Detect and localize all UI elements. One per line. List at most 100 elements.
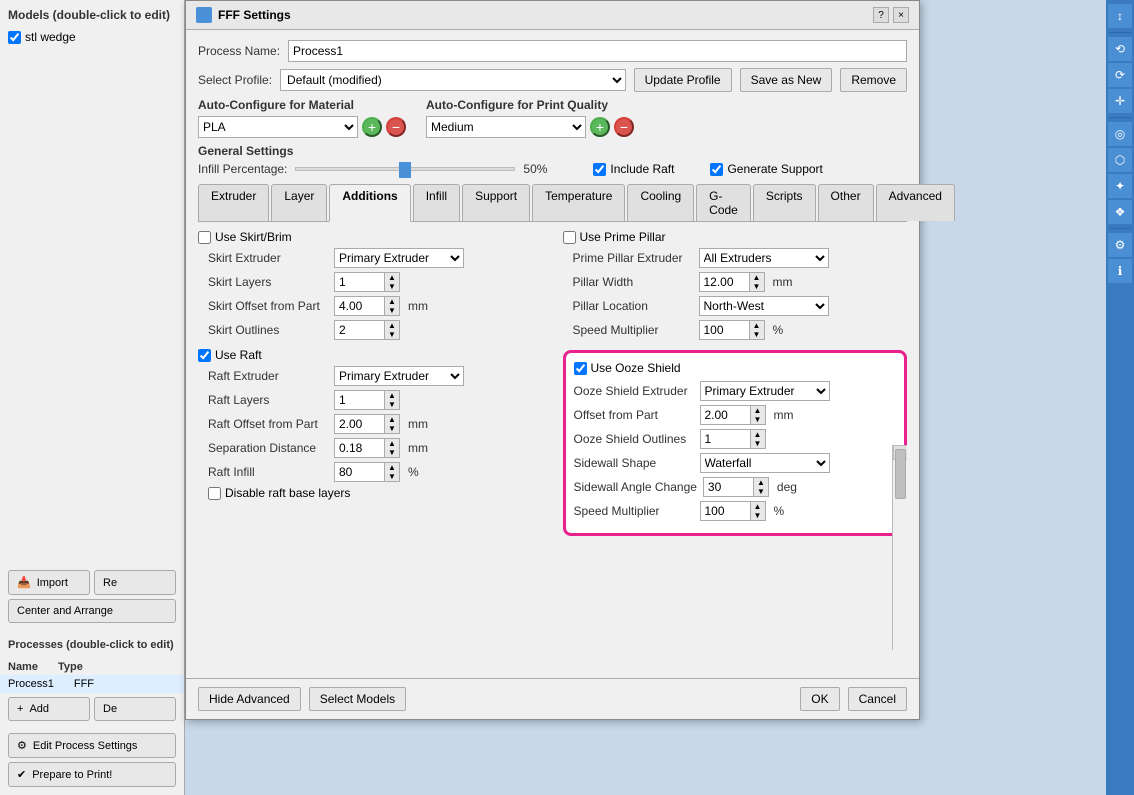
tool-rotate-cw-icon[interactable]: ⟳ <box>1108 63 1132 87</box>
skirt-offset-up[interactable]: ▲ <box>385 297 399 306</box>
tool-info-icon[interactable]: ℹ <box>1108 259 1132 283</box>
tab-extruder[interactable]: Extruder <box>198 184 269 221</box>
tool-hex-icon[interactable]: ⬡ <box>1108 148 1132 172</box>
skirt-layers-spinner[interactable]: ▲ ▼ <box>334 272 400 292</box>
raft-infill-input[interactable] <box>334 462 384 482</box>
raft-infill-up[interactable]: ▲ <box>385 463 399 472</box>
cancel-button[interactable]: Cancel <box>848 687 907 711</box>
model-checkbox[interactable] <box>8 31 21 44</box>
skirt-offset-spinner[interactable]: ▲ ▼ <box>334 296 400 316</box>
ooze-offset-input[interactable] <box>700 405 750 425</box>
ooze-speed-down[interactable]: ▼ <box>751 511 765 520</box>
tab-gcode[interactable]: G-Code <box>696 184 751 221</box>
separation-distance-spinner[interactable]: ▲ ▼ <box>334 438 400 458</box>
rearrange-button[interactable]: Re <box>94 570 176 595</box>
ooze-offset-down[interactable]: ▼ <box>751 415 765 424</box>
sidewall-angle-input[interactable] <box>703 477 753 497</box>
skirt-offset-spinner-btns[interactable]: ▲ ▼ <box>384 296 400 316</box>
ooze-offset-spinner-btns[interactable]: ▲ ▼ <box>750 405 766 425</box>
disable-raft-checkbox[interactable] <box>208 487 221 500</box>
use-prime-pillar-checkbox[interactable] <box>563 231 576 244</box>
skirt-outlines-input[interactable] <box>334 320 384 340</box>
tab-layer[interactable]: Layer <box>271 184 327 221</box>
prime-pillar-speed-spinner[interactable]: ▲ ▼ <box>699 320 765 340</box>
prepare-to-print-button[interactable]: ✔ Prepare to Print! <box>8 762 176 787</box>
ooze-speed-spinner[interactable]: ▲ ▼ <box>700 501 766 521</box>
process-name-input[interactable] <box>288 40 907 62</box>
tool-star-icon[interactable]: ✦ <box>1108 174 1132 198</box>
use-raft-checkbox[interactable] <box>198 349 211 362</box>
dialog-close-button[interactable]: × <box>893 7 909 23</box>
raft-layers-down[interactable]: ▼ <box>385 400 399 409</box>
add-process-button[interactable]: + Add <box>8 697 90 721</box>
process-item[interactable]: Process1 FFF <box>0 675 184 693</box>
profile-select[interactable]: Default (modified) <box>280 69 626 91</box>
dialog-help-button[interactable]: ? <box>873 7 889 23</box>
use-raft-checkbox-group[interactable]: Use Raft <box>198 348 543 362</box>
sidewall-angle-down[interactable]: ▼ <box>754 487 768 496</box>
pillar-location-select[interactable]: North-West <box>699 296 829 316</box>
tool-rotate-ccw-icon[interactable]: ⟲ <box>1108 37 1132 61</box>
use-ooze-shield-checkbox[interactable] <box>574 362 587 375</box>
hide-advanced-button[interactable]: Hide Advanced <box>198 687 301 711</box>
use-prime-pillar-checkbox-group[interactable]: Use Prime Pillar <box>563 230 908 244</box>
tool-settings-icon[interactable]: ⚙ <box>1108 233 1132 257</box>
tab-temperature[interactable]: Temperature <box>532 184 625 221</box>
model-item[interactable]: stl wedge <box>0 26 184 48</box>
raft-infill-spinner[interactable]: ▲ ▼ <box>334 462 400 482</box>
save-as-new-button[interactable]: Save as New <box>740 68 833 92</box>
ooze-speed-up[interactable]: ▲ <box>751 502 765 511</box>
skirt-layers-up[interactable]: ▲ <box>385 273 399 282</box>
center-arrange-button[interactable]: Center and Arrange <box>8 599 176 623</box>
raft-layers-up[interactable]: ▲ <box>385 391 399 400</box>
remove-material-button[interactable]: − <box>386 117 406 137</box>
separation-distance-input[interactable] <box>334 438 384 458</box>
add-material-button[interactable]: + <box>362 117 382 137</box>
infill-slider[interactable] <box>295 167 515 171</box>
ooze-outlines-spinner[interactable]: ▲ ▼ <box>700 429 766 449</box>
use-ooze-shield-checkbox-group[interactable]: Use Ooze Shield <box>574 361 897 375</box>
ooze-speed-input[interactable] <box>700 501 750 521</box>
ooze-speed-spinner-btns[interactable]: ▲ ▼ <box>750 501 766 521</box>
skirt-outlines-spinner[interactable]: ▲ ▼ <box>334 320 400 340</box>
skirt-offset-input[interactable] <box>334 296 384 316</box>
separation-distance-down[interactable]: ▼ <box>385 448 399 457</box>
skirt-outlines-spinner-btns[interactable]: ▲ ▼ <box>384 320 400 340</box>
raft-offset-up[interactable]: ▲ <box>385 415 399 424</box>
skirt-outlines-up[interactable]: ▲ <box>385 321 399 330</box>
raft-extruder-select[interactable]: Primary Extruder <box>334 366 464 386</box>
pillar-width-spinner[interactable]: ▲ ▼ <box>699 272 765 292</box>
skirt-extruder-select[interactable]: Primary Extruder <box>334 248 464 268</box>
ooze-outlines-down[interactable]: ▼ <box>751 439 765 448</box>
pillar-width-spinner-btns[interactable]: ▲ ▼ <box>749 272 765 292</box>
tab-infill[interactable]: Infill <box>413 184 460 221</box>
sidewall-angle-spinner[interactable]: ▲ ▼ <box>703 477 769 497</box>
include-raft-checkbox-group[interactable]: Include Raft <box>593 162 674 176</box>
pillar-width-down[interactable]: ▼ <box>750 282 764 291</box>
raft-offset-spinner[interactable]: ▲ ▼ <box>334 414 400 434</box>
quality-select[interactable]: Medium <box>426 116 586 138</box>
tab-support[interactable]: Support <box>462 184 530 221</box>
prime-pillar-speed-down[interactable]: ▼ <box>750 330 764 339</box>
sidewall-angle-up[interactable]: ▲ <box>754 478 768 487</box>
tab-cooling[interactable]: Cooling <box>627 184 694 221</box>
pillar-width-input[interactable] <box>699 272 749 292</box>
skirt-layers-spinner-btns[interactable]: ▲ ▼ <box>384 272 400 292</box>
prime-pillar-extruder-select[interactable]: All Extruders <box>699 248 829 268</box>
skirt-layers-down[interactable]: ▼ <box>385 282 399 291</box>
skirt-layers-input[interactable] <box>334 272 384 292</box>
import-button[interactable]: 📥 Import <box>8 570 90 595</box>
ok-button[interactable]: OK <box>800 687 839 711</box>
tab-other[interactable]: Other <box>818 184 874 221</box>
tab-additions[interactable]: Additions <box>329 184 410 222</box>
sidewall-angle-spinner-btns[interactable]: ▲ ▼ <box>753 477 769 497</box>
disable-raft-checkbox-group[interactable]: Disable raft base layers <box>208 486 543 500</box>
generate-support-checkbox-group[interactable]: Generate Support <box>710 162 822 176</box>
raft-offset-input[interactable] <box>334 414 384 434</box>
material-select[interactable]: PLA <box>198 116 358 138</box>
tool-add-icon[interactable]: ✛ <box>1108 89 1132 113</box>
delete-process-button[interactable]: De <box>94 697 176 721</box>
skirt-outlines-down[interactable]: ▼ <box>385 330 399 339</box>
tool-target-icon[interactable]: ◎ <box>1108 122 1132 146</box>
remove-button[interactable]: Remove <box>840 68 907 92</box>
